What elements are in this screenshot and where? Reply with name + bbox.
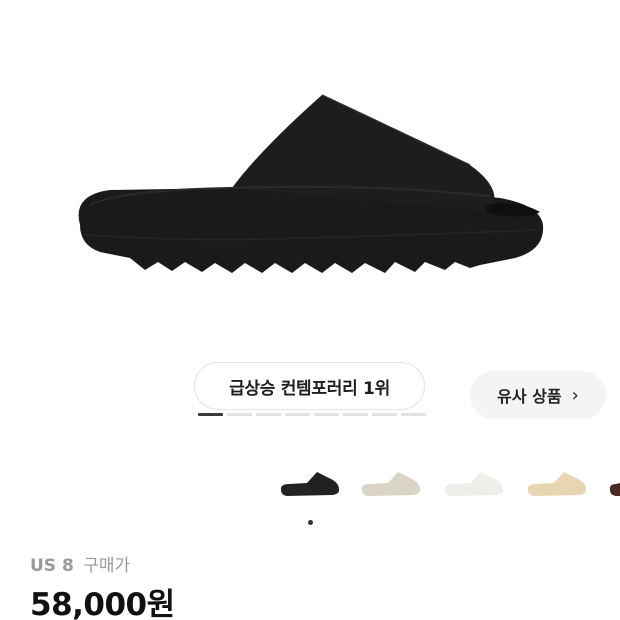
- ranking-label: 급상승 컨템포러리 1위: [229, 378, 390, 399]
- color-swatch-brown[interactable]: [606, 460, 620, 510]
- ranking-progress: [198, 413, 426, 416]
- color-swatch-list: [0, 460, 620, 510]
- swatch-shape: [361, 472, 421, 496]
- color-swatch-sand[interactable]: [524, 460, 594, 510]
- swatch-shape: [527, 472, 587, 496]
- similar-products-label: 유사 상품: [497, 387, 562, 406]
- product-hero: [0, 0, 620, 345]
- swatch-shape: [280, 472, 340, 496]
- ranking-progress-segment: [372, 413, 397, 416]
- slide-sandal-image: [78, 94, 544, 273]
- size-value: US 8: [30, 556, 74, 576]
- ranking-progress-segment: [227, 413, 252, 416]
- ranking-chip[interactable]: 급상승 컨템포러리 1위: [194, 362, 425, 410]
- color-swatch-white[interactable]: [441, 460, 511, 510]
- ranking-progress-segment: [314, 413, 339, 416]
- selected-swatch-dot: [308, 520, 313, 525]
- swatch-shape: [609, 483, 620, 496]
- purchase-price-label: 구매가: [83, 556, 131, 576]
- size-price-label: US 8 구매가: [30, 551, 130, 576]
- chevron-right-icon: ›: [571, 384, 579, 406]
- ranking-progress-segment: [401, 413, 426, 416]
- swatch-shape: [444, 472, 504, 496]
- ranking-progress-segment: [343, 413, 368, 416]
- ranking-progress-segment: [285, 413, 310, 416]
- similar-products-button[interactable]: 유사 상품 ›: [470, 371, 606, 419]
- price-value: 58,000원: [30, 587, 175, 620]
- color-swatch-bone[interactable]: [358, 460, 428, 510]
- ranking-progress-segment: [198, 413, 223, 416]
- ranking-progress-segment: [256, 413, 281, 416]
- color-swatch-black[interactable]: [277, 460, 347, 510]
